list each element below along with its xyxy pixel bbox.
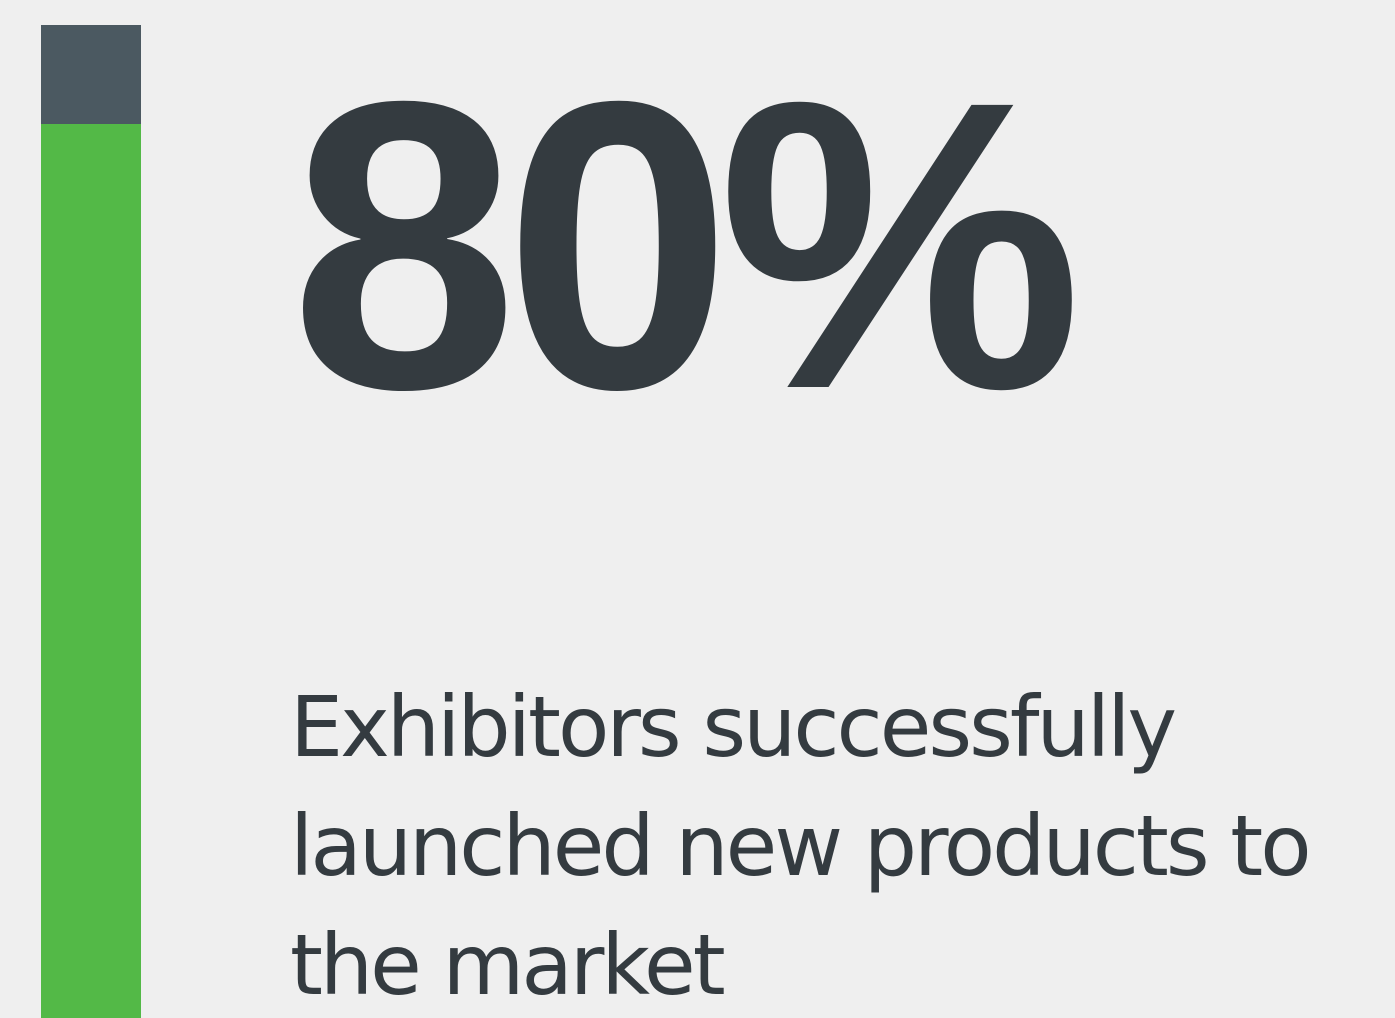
stat-description-line-3: the market [290, 916, 726, 1014]
progress-bar-track [41, 25, 141, 1018]
stat-description-line-1: Exhibitors successfully [290, 678, 1177, 776]
progress-bar-fill [41, 124, 141, 1018]
stat-description: Exhibitors successfully launched new pro… [290, 668, 1390, 1018]
stat-value: 80% [290, 16, 1083, 474]
stat-description-line-2: launched new products to [290, 797, 1312, 895]
